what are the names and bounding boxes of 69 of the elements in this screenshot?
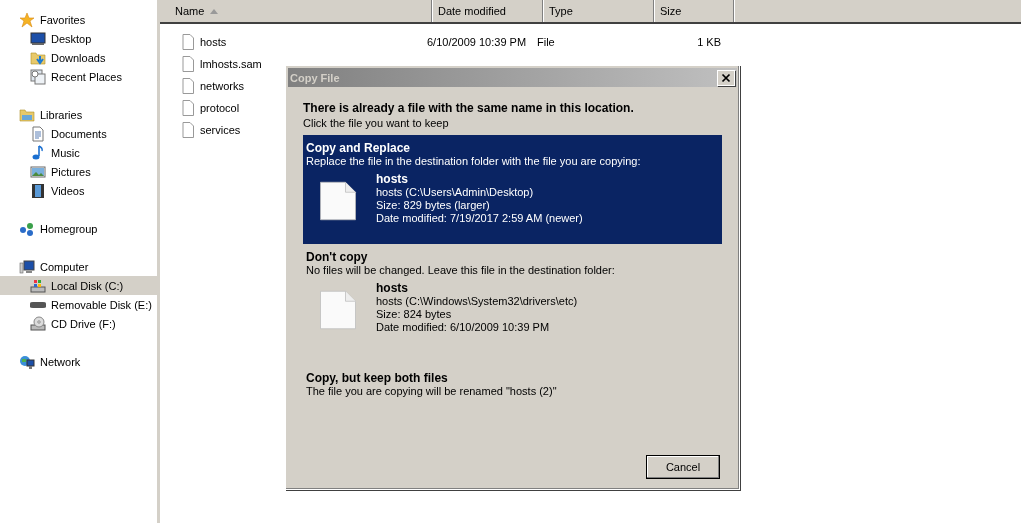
sidebar-item[interactable]: Computer <box>0 257 157 276</box>
option-description: The file you are copying will be renamed "hosts (2)" <box>306 385 558 397</box>
folder-arrow-icon <box>30 49 46 66</box>
sidebar-item[interactable]: Libraries <box>0 105 157 124</box>
file-detail: hosts (C:\Users\Admin\Desktop) <box>376 186 535 199</box>
file-icon <box>180 99 196 117</box>
document-icon <box>30 125 46 142</box>
file-name: hosts <box>376 281 409 295</box>
copy-option[interactable]: Copy and Replace Replace the file in the destination folder with the file you are copying: hosts hosts (C:\Users\Admin\Desktop) Size: 829 bytes (larger) Date modified: 7/19/2017 2:59 AM (newer) <box>303 135 722 244</box>
sidebar-item[interactable]: Videos <box>0 181 157 200</box>
copy-option[interactable]: Copy, but keep both files The file you are copying will be renamed "hosts (2)" <box>303 365 722 411</box>
people-circles-icon <box>19 220 35 237</box>
option-title: Copy, but keep both files <box>306 371 449 385</box>
column-header[interactable]: Type <box>544 0 655 22</box>
dialog-heading: There is already a file with the same name in this location. <box>303 101 635 115</box>
option-description: Replace the file in the destination folder with the file you are copying: <box>306 155 642 167</box>
file-icon <box>180 121 196 139</box>
close-icon[interactable] <box>717 69 735 86</box>
file-name: hosts <box>376 172 409 186</box>
file-detail: Size: 824 bytes <box>376 308 453 321</box>
cancel-button[interactable]: Cancel <box>646 455 720 479</box>
sidebar-item[interactable]: Local Disk (C:) <box>0 276 157 295</box>
file-detail: Size: 829 bytes (larger) <box>376 199 491 212</box>
computer-icon <box>19 258 35 275</box>
picture-icon <box>30 163 46 180</box>
sidebar-item[interactable]: Music <box>0 143 157 162</box>
column-header[interactable]: Name <box>160 0 433 22</box>
file-size: 1 KB <box>697 36 721 48</box>
dialog-instruction: Click the file you want to keep <box>303 117 450 129</box>
folder-icon <box>19 106 35 123</box>
file-icon <box>180 77 196 95</box>
column-header[interactable]: Size <box>655 0 735 22</box>
clock-window-icon <box>30 68 46 85</box>
disc-drive-icon <box>30 315 46 332</box>
drive-icon <box>30 277 46 294</box>
sidebar-item[interactable]: Downloads <box>0 48 157 67</box>
file-detail: Date modified: 6/10/2009 10:39 PM <box>376 321 551 334</box>
file-name[interactable]: hosts <box>200 36 227 48</box>
sidebar-item[interactable]: Favorites <box>0 10 157 29</box>
column-header[interactable]: Date modified <box>433 0 544 22</box>
drive-icon <box>30 301 46 308</box>
sidebar-item[interactable]: CD Drive (F:) <box>0 314 157 333</box>
option-title: Copy and Replace <box>306 141 412 155</box>
file-name[interactable]: networks <box>200 80 245 92</box>
file-name[interactable]: protocol <box>200 102 240 114</box>
sidebar-item[interactable]: Documents <box>0 124 157 143</box>
file-icon <box>180 33 196 51</box>
monitor-icon <box>30 30 46 47</box>
file-icon <box>180 55 196 73</box>
option-title: Don't copy <box>306 250 369 264</box>
dialog-title: Copy File <box>290 71 340 84</box>
file-name[interactable]: lmhosts.sam <box>200 58 262 70</box>
file-detail: Date modified: 7/19/2017 2:59 AM (newer) <box>376 212 583 225</box>
star-icon <box>19 11 35 28</box>
file-detail: hosts (C:\Windows\System32\drivers\etc) <box>376 295 578 308</box>
file-date: 6/10/2009 10:39 PM <box>427 36 527 48</box>
sidebar-item[interactable]: Removable Disk (E:) <box>0 295 157 314</box>
sidebar-item[interactable]: Homegroup <box>0 219 157 238</box>
sidebar-item[interactable]: Recent Places <box>0 67 157 86</box>
sidebar-item[interactable]: Pictures <box>0 162 157 181</box>
copy-option[interactable]: Don't copy No files will be changed. Leave this file in the destination folder: hosts hosts (C:\Windows\System32\drivers\etc) Size: 824 bytes Date modified: 6/10/2009 10:39 PM <box>303 244 722 353</box>
music-note-icon <box>30 144 46 161</box>
option-description: No files will be changed. Leave this file in the destination folder: <box>306 264 616 276</box>
sidebar-item[interactable]: Desktop <box>0 29 157 48</box>
film-icon <box>30 182 46 199</box>
file-name[interactable]: services <box>200 124 241 136</box>
sidebar-item[interactable]: Network <box>0 352 157 371</box>
globe-monitor-icon <box>19 353 35 370</box>
file-type: File <box>537 36 555 48</box>
